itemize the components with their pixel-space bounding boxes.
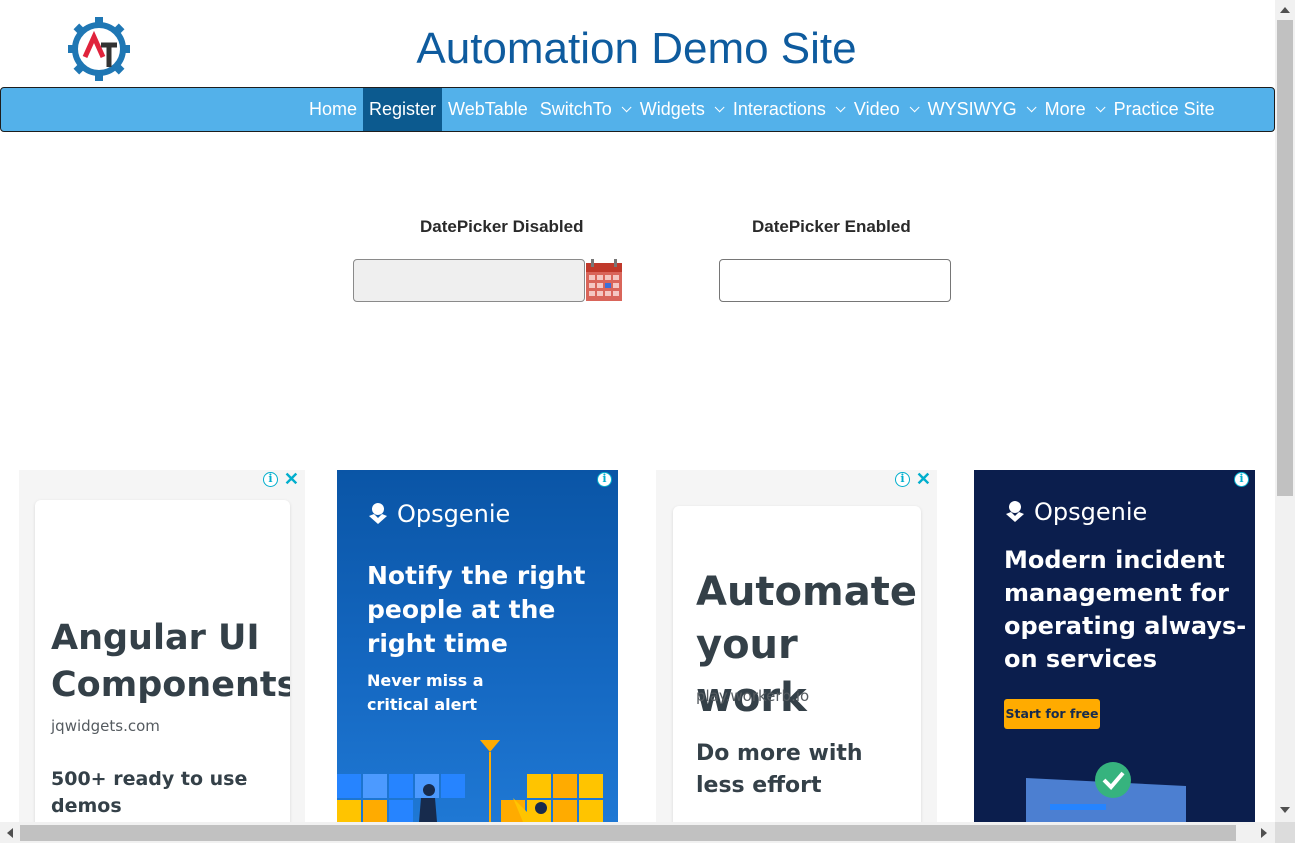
nav-label: Practice Site <box>1113 99 1215 119</box>
ad-controls: i <box>597 472 612 487</box>
opsgenie-logo-icon <box>369 503 387 524</box>
calendar-icon[interactable] <box>586 259 622 301</box>
adchoices-info-icon[interactable]: i <box>1234 472 1249 487</box>
opsgenie-brand-label: Opsgenie <box>1034 498 1148 526</box>
scroll-up-arrow-icon[interactable] <box>1279 6 1291 14</box>
nav-label: Video <box>853 99 900 119</box>
nav-item-webtable[interactable]: WebTable <box>442 88 534 131</box>
scroll-right-arrow-icon[interactable] <box>1260 827 1268 839</box>
ad-controls: i <box>1234 472 1249 487</box>
start-for-free-button[interactable]: Start for free <box>1004 699 1100 729</box>
horizontal-scrollbar[interactable] <box>0 822 1275 843</box>
chevron-down-icon <box>714 102 725 113</box>
datepicker-disabled-label: DatePicker Disabled <box>420 217 584 236</box>
datepicker-disabled-input <box>353 259 585 302</box>
nav-item-switchto[interactable]: SwitchTo <box>534 88 634 131</box>
ad-close-icon[interactable]: ✕ <box>916 470 931 488</box>
scroll-left-arrow-icon[interactable] <box>6 827 14 839</box>
opsgenie-brand-label: Opsgenie <box>397 500 511 528</box>
ad-illustration <box>1026 762 1186 822</box>
ad-card: Angular UI Components jqwidgets.com 500+… <box>35 500 290 822</box>
ad-subtext: 500+ ready to use demos <box>51 768 248 817</box>
nav-item-interactions[interactable]: Interactions <box>727 88 848 131</box>
ad-opsgenie-notify[interactable]: i Opsgenie Notify the right people at th… <box>337 470 618 822</box>
main-navbar: Home Register WebTable SwitchTo Widgets … <box>0 87 1275 132</box>
nav-item-more[interactable]: More <box>1039 88 1108 131</box>
ad-illustration <box>337 740 603 822</box>
nav-item-practice-site[interactable]: Practice Site <box>1108 88 1221 131</box>
nav-list: Home Register WebTable SwitchTo Widgets … <box>303 88 1221 131</box>
chevron-down-icon <box>1095 102 1106 113</box>
ad-card: Automate your work play.workerb.io Do mo… <box>673 506 921 822</box>
datepicker-enabled-label: DatePicker Enabled <box>752 217 911 236</box>
nav-item-widgets[interactable]: Widgets <box>634 88 727 131</box>
ad-controls: i ✕ <box>262 470 299 488</box>
ad-headline: Notify the right people at the right tim… <box>367 561 586 658</box>
scroll-down-arrow-icon[interactable] <box>1279 806 1291 814</box>
calendar-graphic <box>586 259 622 301</box>
vertical-scrollbar[interactable] <box>1275 0 1295 822</box>
adchoices-info-icon[interactable]: i <box>597 472 612 487</box>
chevron-down-icon <box>835 102 846 113</box>
ad-headline: Angular UI Components <box>51 618 290 705</box>
nav-label: WebTable <box>448 99 528 119</box>
ad-jqwidgets[interactable]: i ✕ Angular UI Components jqwidgets.com … <box>19 470 305 822</box>
adchoices-info-icon[interactable]: i <box>262 472 278 487</box>
site-title: Automation Demo Site <box>416 24 857 73</box>
chevron-down-icon <box>621 102 632 113</box>
nav-item-wysiwyg[interactable]: WYSIWYG <box>922 88 1039 131</box>
adchoices-info-icon[interactable]: i <box>894 472 910 487</box>
nav-label: Register <box>369 99 437 119</box>
vertical-scroll-thumb[interactable] <box>1277 20 1293 496</box>
ad-domain: play.workerb.io <box>696 687 810 705</box>
nav-item-video[interactable]: Video <box>848 88 922 131</box>
ad-subtext: Never miss a critical alert <box>367 671 484 714</box>
ad-headline: Modern incident management for operating… <box>1004 546 1247 673</box>
chevron-down-icon <box>909 102 920 113</box>
page: Automation Demo Site Home Register WebTa… <box>0 0 1295 843</box>
scrollbar-corner <box>1275 822 1295 843</box>
nav-item-home[interactable]: Home <box>303 88 363 131</box>
horizontal-scroll-thumb[interactable] <box>20 825 1236 841</box>
ad-domain: jqwidgets.com <box>51 717 160 735</box>
nav-label: WYSIWYG <box>927 99 1017 119</box>
opsgenie-logo-icon <box>1006 501 1024 522</box>
opsgenie-brand: Opsgenie <box>367 500 510 528</box>
opsgenie-brand: Opsgenie <box>1004 498 1147 526</box>
nav-label: SwitchTo <box>539 99 612 119</box>
datepicker-enabled-input[interactable] <box>719 259 951 302</box>
nav-label: Interactions <box>732 99 826 119</box>
nav-item-register[interactable]: Register <box>363 88 443 131</box>
nav-label: Home <box>309 99 358 119</box>
chevron-down-icon <box>1026 102 1037 113</box>
nav-label: Widgets <box>639 99 705 119</box>
ad-workerb[interactable]: i ✕ Automate your work play.workerb.io D… <box>656 470 937 822</box>
ad-close-icon[interactable]: ✕ <box>284 470 299 488</box>
ad-opsgenie-incident[interactable]: i Opsgenie Modern incident management fo… <box>974 470 1255 822</box>
ad-subtext: Do more with less effort <box>696 741 863 798</box>
ad-controls: i ✕ <box>894 470 931 488</box>
nav-label: More <box>1044 99 1086 119</box>
